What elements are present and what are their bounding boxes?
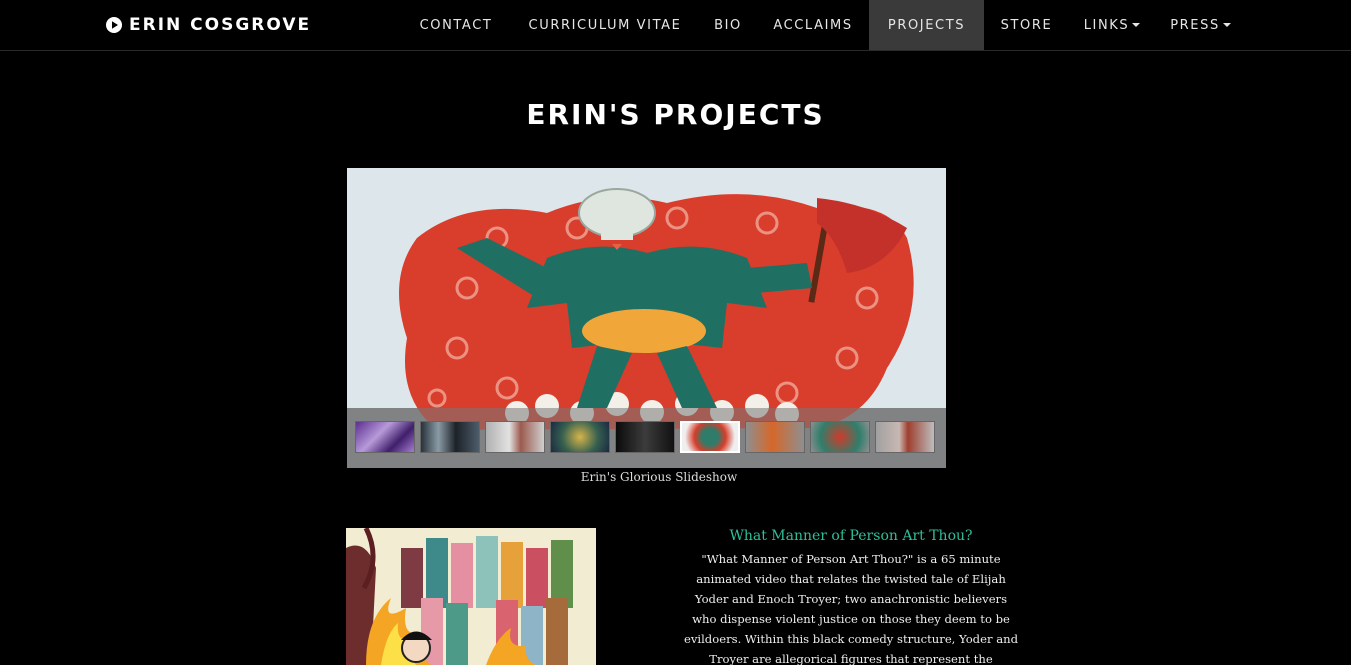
slideshow-caption: Erin's Glorious Slideshow <box>580 470 738 484</box>
project-description: "What Manner of Person Art Thou?" is a 6… <box>683 552 1018 665</box>
nav-item-acclaims[interactable]: ACCLAIMS <box>757 0 869 50</box>
slideshow-thumbnail[interactable] <box>745 421 805 453</box>
nav-label: STORE <box>1000 17 1053 33</box>
brand-name: ERIN COSGROVE <box>129 15 312 35</box>
brand-link[interactable]: ERIN COSGROVE <box>106 0 311 50</box>
nav-item-store[interactable]: STORE <box>984 0 1069 50</box>
caret-down-icon <box>1132 23 1141 27</box>
slideshow-thumbnail-strip <box>347 408 946 468</box>
slideshow-thumbnail[interactable] <box>550 421 610 453</box>
nav-label: ACCLAIMS <box>773 17 853 33</box>
slideshow-thumbnail[interactable] <box>615 421 675 453</box>
nav-label: PROJECTS <box>887 17 966 33</box>
page-title: ERIN'S PROJECTS <box>526 98 825 131</box>
nav-item-bio[interactable]: BIO <box>699 0 757 50</box>
slideshow-thumbnail[interactable] <box>680 421 740 453</box>
nav-item-press[interactable]: PRESS <box>1155 0 1246 50</box>
nav-label: BIO <box>714 17 742 33</box>
nav-item-projects[interactable]: PROJECTS <box>869 0 984 50</box>
slideshow-thumbnail[interactable] <box>875 421 935 453</box>
top-navbar: ERIN COSGROVE CONTACT CURRICULUM VITAE B… <box>0 0 1351 51</box>
slideshow-thumbnail[interactable] <box>355 421 415 453</box>
main-nav: CONTACT CURRICULUM VITAE BIO ACCLAIMS PR… <box>401 0 1246 50</box>
slideshow-thumbnail[interactable] <box>485 421 545 453</box>
nav-item-links[interactable]: LINKS <box>1069 0 1155 50</box>
caret-down-icon <box>1222 23 1231 27</box>
play-circle-icon <box>106 17 122 33</box>
nav-item-curriculum-vitae[interactable]: CURRICULUM VITAE <box>511 0 699 50</box>
nav-label: PRESS <box>1170 17 1220 33</box>
project-thumbnail[interactable] <box>346 528 596 665</box>
nav-label: LINKS <box>1083 17 1130 33</box>
nav-label: CURRICULUM VITAE <box>528 17 682 33</box>
project-title-link[interactable]: What Manner of Person Art Thou? <box>676 528 1026 544</box>
nav-item-contact[interactable]: CONTACT <box>401 0 511 50</box>
project-artwork <box>346 528 596 665</box>
slideshow-thumbnail[interactable] <box>810 421 870 453</box>
nav-label: CONTACT <box>419 17 493 33</box>
slideshow-thumbnail[interactable] <box>420 421 480 453</box>
